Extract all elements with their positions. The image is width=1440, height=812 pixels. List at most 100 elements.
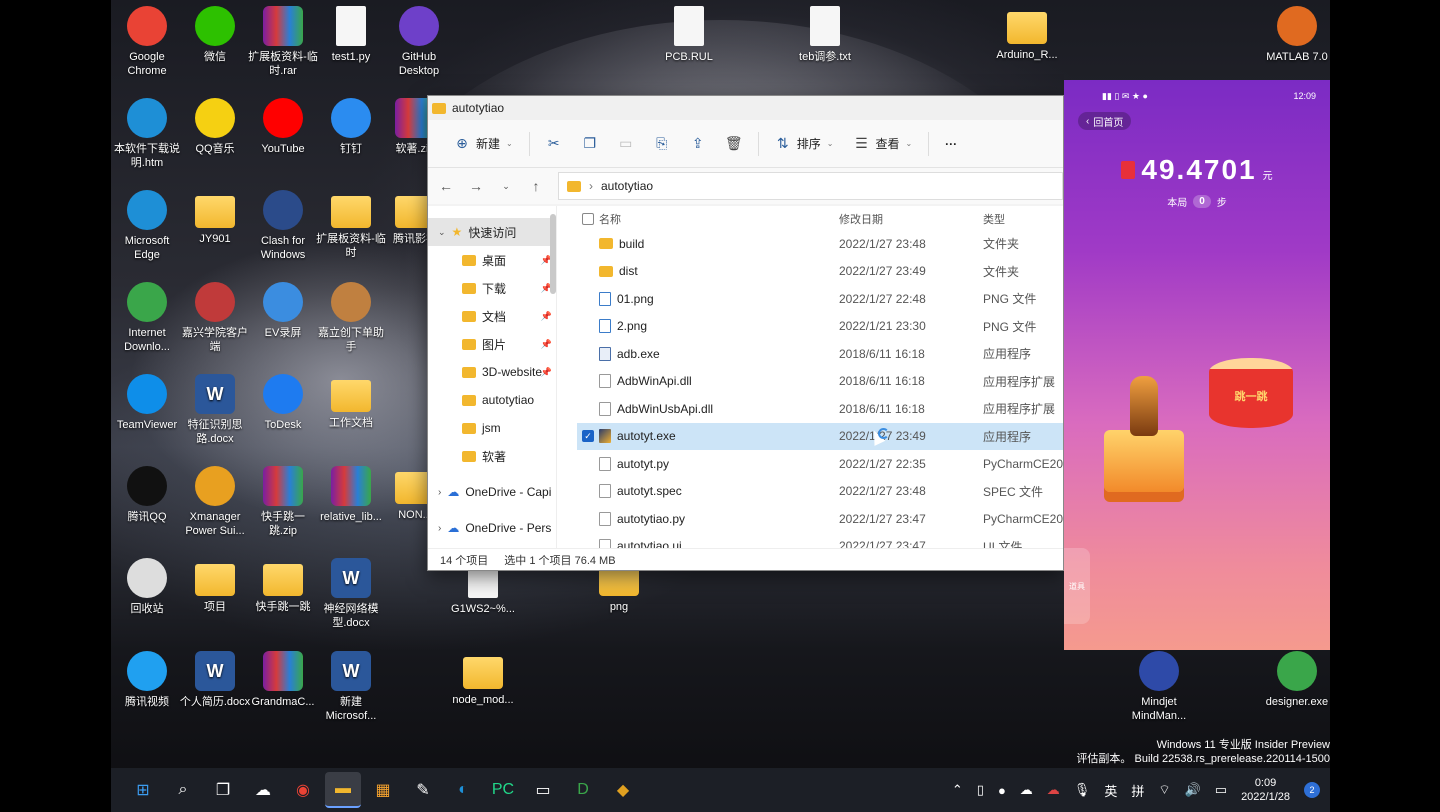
widgets-icon[interactable]: ☁ (245, 772, 281, 808)
nav-item[interactable]: 图片 📌 (428, 330, 556, 358)
file-row[interactable]: dist 2022/1/27 23:49 文件夹 (577, 258, 1063, 286)
file-explorer-window[interactable]: autotytiao ⊕ 新建 ⌄ ✂ ❐ ▭ ⎘ ⇪ 🗑 ⇅ 排序 ⌄ ☰ 查… (427, 95, 1064, 571)
new-button[interactable]: ⊕ 新建 ⌄ (444, 129, 523, 158)
show-hidden-icons[interactable]: ⌃ (952, 782, 963, 798)
desktop-icon[interactable]: 扩展板资料-临时.rar (247, 6, 319, 78)
nav-quick-access[interactable]: ⌄ ★ 快速访问 (428, 218, 556, 246)
rename-button[interactable]: ⎘ (644, 130, 680, 158)
desktop-icon[interactable]: test1.py (315, 6, 387, 64)
row-checkbox[interactable]: ✓ (582, 430, 594, 443)
desktop-icon[interactable]: YouTube (247, 98, 319, 156)
sort-button[interactable]: ⇅ 排序 ⌄ (765, 129, 844, 158)
wifi-icon[interactable]: ⌔ (1158, 782, 1170, 798)
nav-item[interactable]: 文档 📌 (428, 302, 556, 330)
volume-icon[interactable]: 🔊 (1185, 782, 1201, 798)
desktop-icon[interactable]: GitHub Desktop (383, 6, 455, 78)
delete-button[interactable]: 🗑 (716, 130, 752, 158)
cut-button[interactable]: ✂ (536, 130, 572, 158)
nav-item[interactable]: 桌面 📌 (428, 246, 556, 274)
desktop-icon[interactable]: ToDesk (247, 374, 319, 432)
file-row[interactable]: autotyt.py 2022/1/27 22:35 PyCharmCE202 (577, 450, 1063, 478)
nav-item[interactable]: autotytiao (428, 386, 556, 414)
notification-badge[interactable]: 2 (1304, 782, 1320, 798)
desktop-icon[interactable]: Clash for Windows (247, 190, 319, 262)
desktop-icon[interactable]: 回收站 (111, 558, 183, 616)
desktop-icon[interactable]: EV录屏 (247, 282, 319, 340)
column-name[interactable]: 名称 (599, 211, 839, 227)
desktop-icon[interactable]: 项目 (179, 558, 251, 614)
designer-icon[interactable]: D (565, 772, 601, 808)
onedrive-icon[interactable]: ☁ (1020, 782, 1033, 798)
edge-icon[interactable]: ◐ (445, 772, 481, 808)
nav-onedrive-capi[interactable]: › ☁ OneDrive - Capi (428, 478, 556, 506)
phone-mirror-window[interactable]: ▮▮ ▯ ✉ ★ ● 12:09 ‹ 回首页 49.4701 元 本局 0 步 … (1064, 80, 1330, 650)
desktop-icon[interactable]: Xmanager Power Sui... (179, 466, 251, 538)
cloud-error-icon[interactable]: ☁ (1047, 782, 1060, 798)
share-button[interactable]: ⇪ (680, 130, 716, 158)
back-home-button[interactable]: ‹ 回首页 (1078, 112, 1132, 130)
desktop-icon[interactable]: 微信 (179, 6, 251, 64)
view-button[interactable]: ☰ 查看 ⌄ (843, 129, 922, 158)
column-date[interactable]: 修改日期 (839, 211, 983, 227)
nav-item[interactable]: 下载 📌 (428, 274, 556, 302)
desktop-icon[interactable]: designer.exe (1261, 651, 1330, 709)
desktop-icon[interactable]: GrandmaC... (247, 651, 319, 709)
desktop-icon[interactable]: W 特征识别思路.docx (179, 374, 251, 446)
desktop-icon[interactable]: 嘉兴学院客户端 (179, 282, 251, 354)
address-bar[interactable]: › autotytiao (558, 172, 1063, 200)
file-row[interactable]: adb.exe 2018/6/11 16:18 应用程序 (577, 340, 1063, 368)
back-arrow-icon[interactable]: ← (438, 178, 454, 194)
app-tray-icon[interactable]: ● (998, 783, 1006, 798)
breadcrumb[interactable]: autotytiao (601, 179, 653, 193)
desktop-icon[interactable]: 快手跳一跳.zip (247, 466, 319, 538)
desktop-icon[interactable]: Mindjet MindMan... (1123, 651, 1195, 723)
desktop-icon[interactable]: 工作文档 (315, 374, 387, 430)
task-view-icon[interactable]: ❐ (205, 772, 241, 808)
file-row[interactable]: 2.png 2022/1/21 23:30 PNG 文件 (577, 313, 1063, 341)
nav-onedrive-pers[interactable]: › ☁ OneDrive - Pers (428, 514, 556, 542)
desktop-icon[interactable]: QQ音乐 (179, 98, 251, 156)
desktop-icon[interactable]: Microsoft Edge (111, 190, 183, 262)
column-type[interactable]: 类型 (983, 211, 1063, 227)
forward-arrow-icon[interactable]: → (468, 178, 484, 194)
desktop-icon[interactable]: node_mod... (447, 651, 519, 707)
nav-item[interactable]: jsm (428, 414, 556, 442)
file-row[interactable]: autotytiao.py 2022/1/27 23:47 PyCharmCE202 (577, 505, 1063, 533)
desktop-icon[interactable]: 本软件下载说明.htm (111, 98, 183, 170)
copy-button[interactable]: ❐ (572, 130, 608, 158)
desktop-icon[interactable]: 腾讯视频 (111, 651, 183, 709)
file-row[interactable]: autotyt.spec 2022/1/27 23:48 SPEC 文件 (577, 478, 1063, 506)
desktop-icon[interactable]: relative_lib... (315, 466, 387, 524)
desktop-icon[interactable]: Arduino_R... (991, 6, 1063, 62)
battery-status-icon[interactable]: ▭ (1215, 782, 1227, 798)
search-icon[interactable]: ⌕ (165, 772, 201, 808)
ime-mode[interactable]: 拼 (1131, 781, 1144, 800)
desktop-icon[interactable]: W 神经网络模型.docx (315, 558, 387, 630)
nav-item[interactable]: 3D-website 📌 (428, 358, 556, 386)
desktop-icon[interactable]: 扩展板资料-临时 (315, 190, 387, 260)
tiger-app-icon[interactable]: ◆ (605, 772, 641, 808)
desktop-icon[interactable]: 钉钉 (315, 98, 387, 156)
pycharm-icon[interactable]: PC (485, 772, 521, 808)
start-icon[interactable]: ⊞ (125, 772, 161, 808)
nav-item[interactable]: 软著 (428, 442, 556, 470)
desktop-icon[interactable]: JY901 (179, 190, 251, 246)
notepad-icon[interactable]: ✎ (405, 772, 441, 808)
desktop-icon[interactable]: W 新建 Microsof... (315, 651, 387, 723)
chrome-icon[interactable]: ◉ (285, 772, 321, 808)
desktop-icon[interactable]: TeamViewer (111, 374, 183, 432)
desktop-icon[interactable]: teb调参.txt (789, 6, 861, 64)
terminal-icon[interactable]: ▭ (525, 772, 561, 808)
battery-icon[interactable]: ▯ (977, 782, 984, 798)
file-row[interactable]: 01.png 2022/1/27 22:48 PNG 文件 (577, 285, 1063, 313)
desktop-icon[interactable]: Internet Downlo... (111, 282, 183, 354)
desktop-icon[interactable]: W 个人简历.docx (179, 651, 251, 709)
clock[interactable]: 0:09 2022/1/28 (1241, 776, 1290, 804)
paste-button[interactable]: ▭ (608, 130, 644, 158)
ime-lang[interactable]: 英 (1104, 781, 1117, 800)
more-button[interactable]: ··· (935, 131, 967, 157)
file-row[interactable]: ✓ autotyt.exe 2022/1/27 23:49 应用程序 (577, 422, 1063, 450)
desktop-icon[interactable]: 嘉立创下单助手 (315, 282, 387, 354)
window-titlebar[interactable]: autotytiao (428, 96, 1063, 120)
select-all-checkbox[interactable] (582, 213, 594, 225)
